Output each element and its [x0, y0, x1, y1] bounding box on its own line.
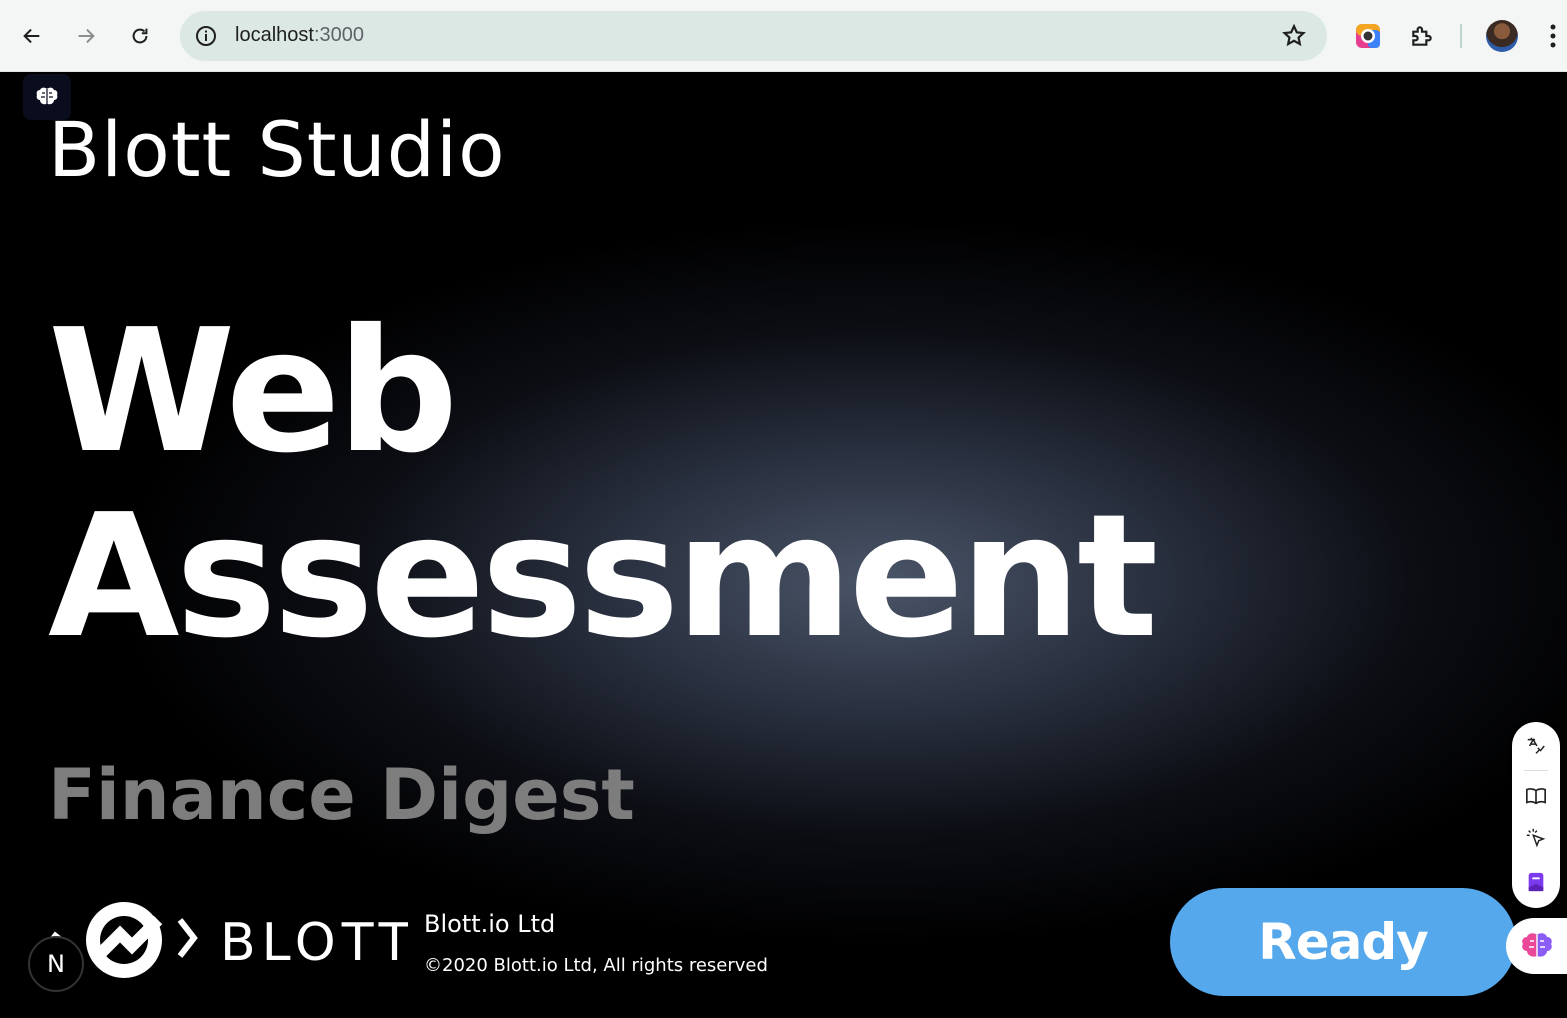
book-icon: [1526, 788, 1546, 805]
hero-title: Web Assessment: [48, 293, 1158, 676]
translate-button[interactable]: [1524, 734, 1548, 758]
hero-line-1: Web: [48, 293, 458, 491]
ai-assistant-button[interactable]: [1506, 918, 1567, 974]
company-name: Blott.io Ltd: [424, 910, 556, 938]
logo-wordmark: BLOTT: [220, 913, 408, 973]
reload-button[interactable]: [118, 14, 162, 58]
arrow-right-icon: [78, 28, 95, 44]
more-vert-icon[interactable]: [1543, 22, 1563, 50]
pointer-button[interactable]: [1524, 826, 1548, 850]
studio-title: Blott Studio: [48, 105, 506, 194]
browser-toolbar: localhost:3000: [0, 0, 1567, 72]
address-bar[interactable]: localhost:3000: [180, 11, 1327, 61]
extensions-button[interactable]: [1406, 20, 1438, 52]
nextjs-dev-badge[interactable]: N: [28, 936, 84, 992]
arrow-left-icon: [23, 28, 40, 44]
url-port: :3000: [313, 24, 364, 46]
reader-button[interactable]: [1524, 784, 1548, 808]
bookmark-button[interactable]: [1524, 870, 1548, 894]
reload-icon: [132, 28, 148, 44]
url-host: localhost: [235, 24, 314, 46]
bookmark-icon: [1528, 872, 1544, 892]
toolbar-separator: [1524, 770, 1548, 771]
ready-button[interactable]: Ready: [1170, 888, 1516, 996]
colorful-brain-icon: [1522, 933, 1552, 957]
site-info-icon[interactable]: [194, 24, 218, 48]
subtitle: Finance Digest: [48, 754, 635, 836]
puzzle-icon: [1412, 26, 1432, 46]
toolbar-divider: [1460, 24, 1462, 48]
page-viewport: Blott Studio Web Assessment Finance Dige…: [0, 72, 1567, 1018]
back-button[interactable]: [10, 14, 54, 58]
translate-icon: [1527, 737, 1545, 754]
cursor-click-icon: [1526, 828, 1546, 848]
blott-logo: BLOTT: [48, 902, 408, 978]
profile-avatar[interactable]: [1486, 20, 1518, 52]
forward-button[interactable]: [64, 14, 108, 58]
color-extension-icon[interactable]: [1352, 20, 1384, 52]
hero-line-2: Assessment: [48, 478, 1158, 676]
brain-icon: [36, 87, 58, 105]
color-picker-icon: [1356, 24, 1380, 48]
bookmark-star-icon[interactable]: [1281, 23, 1307, 49]
url-text[interactable]: localhost:3000: [235, 24, 364, 47]
floating-side-toolbar: [1512, 722, 1560, 908]
copyright-text: ©2020 Blott.io Ltd, All rights reserved: [424, 955, 768, 976]
